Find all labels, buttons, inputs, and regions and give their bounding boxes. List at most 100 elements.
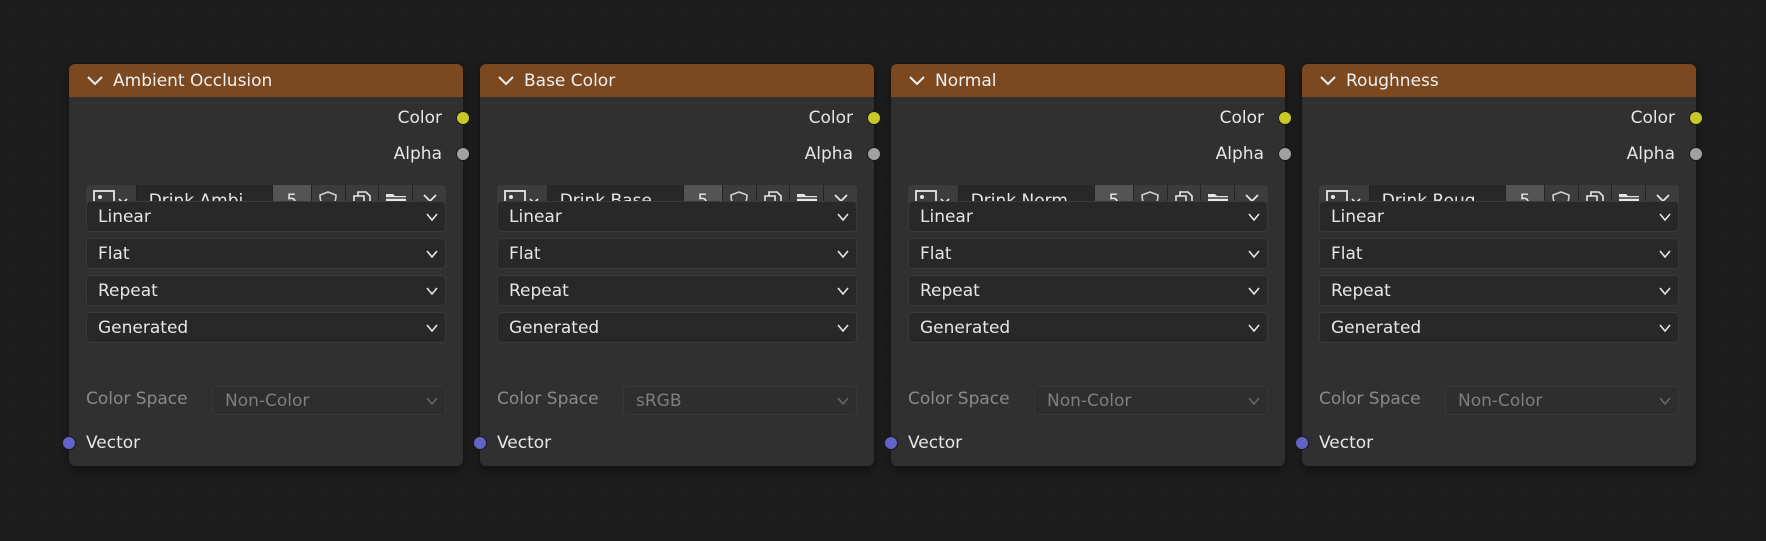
- chevron-down-icon: [1248, 324, 1260, 333]
- output-color-label: Color: [1219, 108, 1264, 128]
- interpolation-value: Linear: [920, 206, 973, 227]
- chevron-down-icon: [1248, 250, 1260, 259]
- source-dropdown[interactable]: Generated: [908, 312, 1268, 343]
- source-dropdown[interactable]: Generated: [1319, 312, 1679, 343]
- vector-input-row: Vector: [1295, 431, 1374, 455]
- vector-input-socket[interactable]: [1295, 436, 1309, 450]
- color-output-socket[interactable]: [1278, 111, 1292, 125]
- source-value: Generated: [1331, 317, 1422, 338]
- color-space-value: Non-Color: [1047, 390, 1132, 411]
- chevron-down-icon: [1659, 250, 1671, 259]
- vector-input-label: Vector: [908, 433, 963, 453]
- extension-dropdown[interactable]: Repeat: [86, 275, 446, 306]
- output-alpha-row: Alpha: [1215, 142, 1292, 166]
- alpha-output-socket[interactable]: [456, 147, 470, 161]
- color-space-value: sRGB: [636, 390, 682, 411]
- node-header[interactable]: Roughness: [1302, 64, 1696, 97]
- node-header[interactable]: Ambient Occlusion: [69, 64, 463, 97]
- interpolation-dropdown[interactable]: Linear: [1319, 201, 1679, 232]
- projection-dropdown[interactable]: Flat: [86, 238, 446, 269]
- output-alpha-row: Alpha: [1626, 142, 1703, 166]
- projection-dropdown[interactable]: Flat: [1319, 238, 1679, 269]
- projection-value: Flat: [920, 243, 952, 264]
- color-output-socket[interactable]: [456, 111, 470, 125]
- output-alpha-row: Alpha: [804, 142, 881, 166]
- node-header[interactable]: Base Color: [480, 64, 874, 97]
- output-alpha-label: Alpha: [1626, 144, 1675, 164]
- alpha-output-socket[interactable]: [867, 147, 881, 161]
- chevron-down-icon: [1248, 397, 1260, 406]
- projection-value: Flat: [509, 243, 541, 264]
- chevron-down-icon: [837, 324, 849, 333]
- source-dropdown[interactable]: Generated: [86, 312, 446, 343]
- output-color-label: Color: [1630, 108, 1675, 128]
- node-title: Base Color: [524, 70, 616, 91]
- node-title: Normal: [935, 70, 997, 91]
- chevron-down-icon[interactable]: [1318, 71, 1338, 91]
- color-space-label: Color Space: [86, 389, 188, 409]
- projection-value: Flat: [1331, 243, 1363, 264]
- chevron-down-icon[interactable]: [907, 71, 927, 91]
- color-space-value: Non-Color: [225, 390, 310, 411]
- vector-input-label: Vector: [1319, 433, 1374, 453]
- node-header[interactable]: Normal: [891, 64, 1285, 97]
- color-space-label: Color Space: [908, 389, 1010, 409]
- color-output-socket[interactable]: [867, 111, 881, 125]
- image-texture-node-1[interactable]: Ambient Occlusion Color Alpha Drink.Ambi…: [62, 64, 470, 466]
- source-value: Generated: [920, 317, 1011, 338]
- chevron-down-icon: [426, 213, 438, 222]
- image-texture-node-3[interactable]: Normal Color Alpha Drink.Norm... 5: [884, 64, 1292, 466]
- output-color-label: Color: [397, 108, 442, 128]
- chevron-down-icon: [837, 250, 849, 259]
- output-alpha-label: Alpha: [1215, 144, 1264, 164]
- vector-input-row: Vector: [884, 431, 963, 455]
- vector-input-socket[interactable]: [62, 436, 76, 450]
- output-color-label: Color: [808, 108, 853, 128]
- color-space-dropdown: sRGB: [623, 386, 857, 415]
- interpolation-value: Linear: [509, 206, 562, 227]
- projection-dropdown[interactable]: Flat: [497, 238, 857, 269]
- extension-value: Repeat: [509, 280, 569, 301]
- vector-input-label: Vector: [86, 433, 141, 453]
- output-alpha-label: Alpha: [393, 144, 442, 164]
- chevron-down-icon[interactable]: [85, 71, 105, 91]
- interpolation-dropdown[interactable]: Linear: [908, 201, 1268, 232]
- vector-input-socket[interactable]: [473, 436, 487, 450]
- vector-input-label: Vector: [497, 433, 552, 453]
- output-color-row: Color: [1219, 106, 1292, 130]
- extension-dropdown[interactable]: Repeat: [497, 275, 857, 306]
- extension-dropdown[interactable]: Repeat: [908, 275, 1268, 306]
- source-value: Generated: [98, 317, 189, 338]
- output-alpha-row: Alpha: [393, 142, 470, 166]
- chevron-down-icon: [1659, 324, 1671, 333]
- output-color-row: Color: [1630, 106, 1703, 130]
- color-space-value: Non-Color: [1458, 390, 1543, 411]
- chevron-down-icon: [426, 287, 438, 296]
- chevron-down-icon: [837, 397, 849, 406]
- output-alpha-label: Alpha: [804, 144, 853, 164]
- projection-dropdown[interactable]: Flat: [908, 238, 1268, 269]
- chevron-down-icon: [1248, 287, 1260, 296]
- interpolation-dropdown[interactable]: Linear: [86, 201, 446, 232]
- chevron-down-icon[interactable]: [496, 71, 516, 91]
- vector-input-row: Vector: [473, 431, 552, 455]
- color-output-socket[interactable]: [1689, 111, 1703, 125]
- chevron-down-icon: [1659, 397, 1671, 406]
- interpolation-dropdown[interactable]: Linear: [497, 201, 857, 232]
- alpha-output-socket[interactable]: [1278, 147, 1292, 161]
- chevron-down-icon: [1248, 213, 1260, 222]
- chevron-down-icon: [837, 213, 849, 222]
- image-texture-node-2[interactable]: Base Color Color Alpha Drink.Base ... 5: [473, 64, 881, 466]
- vector-input-socket[interactable]: [884, 436, 898, 450]
- extension-value: Repeat: [920, 280, 980, 301]
- chevron-down-icon: [1659, 213, 1671, 222]
- color-space-label: Color Space: [1319, 389, 1421, 409]
- source-dropdown[interactable]: Generated: [497, 312, 857, 343]
- color-space-dropdown: Non-Color: [1034, 386, 1268, 415]
- output-color-row: Color: [397, 106, 470, 130]
- chevron-down-icon: [837, 287, 849, 296]
- image-texture-node-4[interactable]: Roughness Color Alpha Drink.Roug... 5: [1295, 64, 1703, 466]
- extension-dropdown[interactable]: Repeat: [1319, 275, 1679, 306]
- alpha-output-socket[interactable]: [1689, 147, 1703, 161]
- chevron-down-icon: [1659, 287, 1671, 296]
